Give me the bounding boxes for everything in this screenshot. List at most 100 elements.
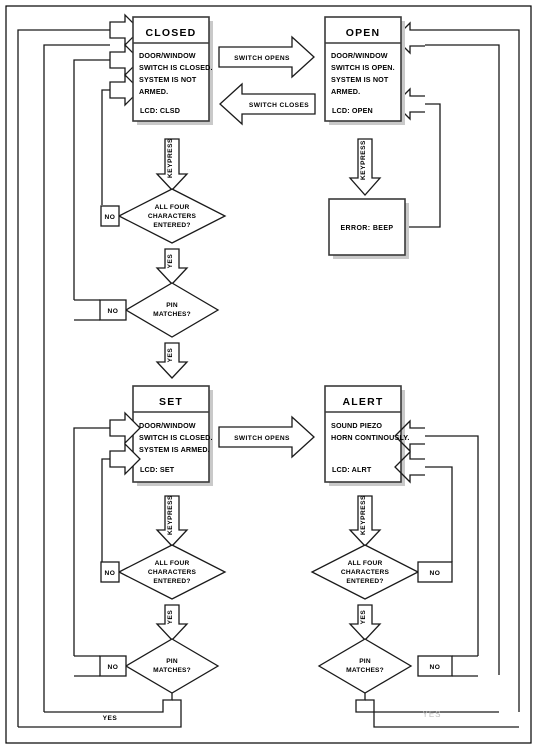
yes-bottom-left-label: YES [103, 715, 118, 722]
transition-switch-closes-top: SWITCH CLOSES [219, 82, 316, 126]
pin-b-shape [124, 638, 220, 694]
yes-2-label: YES [167, 348, 174, 363]
decision-all-four-b[interactable]: ALL FOUR CHARACTERS ENTERED? [117, 544, 227, 600]
yes-4-label: YES [360, 610, 367, 625]
no-2-route [73, 59, 110, 300]
alert-line-2: HORN CONTINOUSLY. [331, 433, 410, 442]
yes-3-label: YES [167, 610, 174, 625]
no-4-label: NO [108, 664, 119, 671]
edge-keypress-4: KEYPRESS [348, 495, 382, 547]
set-line-1: DOOR/WINDOW [139, 421, 196, 430]
state-box-set[interactable]: SET DOOR/WINDOW SWITCH IS CLOSED. SYSTEM… [132, 385, 213, 486]
yes-bottom-right-route-outer [365, 699, 519, 728]
all-four-b-line-2: CHARACTERS [148, 569, 197, 576]
decision-pin-a[interactable]: PIN MATCHES? [124, 282, 220, 338]
no-1-label: NO [105, 214, 116, 221]
decision-all-four-a[interactable]: ALL FOUR CHARACTERS ENTERED? [117, 188, 227, 244]
edge-yes-4: YES [348, 604, 382, 641]
edge-no-1: NO [100, 89, 120, 227]
set-lcd: LCD: SET [140, 465, 175, 474]
route-outer-left [17, 29, 110, 727]
open-line-3: SYSTEM IS NOT [331, 75, 389, 84]
closed-title: CLOSED [146, 27, 197, 39]
no-4-route [73, 427, 110, 656]
edge-no-2: NO [73, 59, 127, 321]
pin-c-shape [317, 638, 413, 694]
set-title: SET [159, 396, 183, 408]
state-box-closed[interactable]: CLOSED DOOR/WINDOW SWITCH IS CLOSED. SYS… [132, 16, 213, 125]
all-four-a-line-1: ALL FOUR [155, 204, 190, 211]
edge-keypress-1: KEYPRESS [155, 138, 189, 191]
all-four-c-line-3: ENTERED? [346, 578, 383, 585]
pin-b-line-2: MATCHES? [153, 667, 191, 674]
switch-closes-top-label: SWITCH CLOSES [249, 102, 309, 109]
no-3-label: NO [105, 570, 116, 577]
keypress-1-label: KEYPRESS [167, 138, 174, 178]
set-line-2: SWITCH IS CLOSED. [139, 433, 213, 442]
all-four-c-line-1: ALL FOUR [348, 560, 383, 567]
route-left-2 [43, 44, 110, 712]
open-line-4: ARMED. [331, 87, 360, 96]
edge-keypress-2: KEYPRESS [348, 138, 382, 196]
state-box-alert[interactable]: ALERT SOUND PIEZO HORN CONTINOUSLY. LCD:… [324, 385, 410, 486]
all-four-a-line-2: CHARACTERS [148, 213, 197, 220]
no-1-route [101, 89, 110, 205]
open-title: OPEN [346, 27, 381, 39]
flowchart-svg: CLOSED DOOR/WINDOW SWITCH IS CLOSED. SYS… [5, 5, 532, 744]
pin-c-line-2: MATCHES? [346, 667, 384, 674]
alert-title: ALERT [343, 396, 384, 408]
all-four-b-line-3: ENTERED? [153, 578, 190, 585]
edge-keypress-3: KEYPRESS [155, 495, 189, 547]
no-6-label: NO [430, 664, 441, 671]
yes-bottom-left-route-outer [18, 699, 182, 728]
closed-lcd: LCD: CLSD [140, 106, 180, 115]
all-four-c-line-2: CHARACTERS [341, 569, 390, 576]
pin-c-line-1: PIN [359, 658, 371, 665]
no-3-route [101, 458, 110, 562]
edge-yes-1: YES [155, 248, 189, 285]
transition-switch-opens-bottom: SWITCH OPENS [218, 415, 315, 459]
flowchart-canvas: CLOSED DOOR/WINDOW SWITCH IS CLOSED. SYS… [0, 0, 537, 749]
switch-opens-bottom-label: SWITCH OPENS [234, 435, 290, 442]
yes-1-label: YES [167, 254, 174, 269]
all-four-a-line-3: ENTERED? [153, 222, 190, 229]
state-box-open[interactable]: OPEN DOOR/WINDOW SWITCH IS OPEN. SYSTEM … [324, 16, 405, 125]
keypress-3-label: KEYPRESS [167, 495, 174, 535]
decision-pin-b[interactable]: PIN MATCHES? [124, 638, 220, 694]
edge-yes-bottom-left: YES [18, 693, 182, 728]
decision-pin-c[interactable]: PIN MATCHES? [317, 638, 413, 694]
decision-all-four-c[interactable]: ALL FOUR CHARACTERS ENTERED? [310, 544, 420, 600]
alert-lcd: LCD: ALRT [332, 465, 372, 474]
closed-line-4: ARMED. [139, 87, 168, 96]
edge-no-6: NO [417, 435, 479, 677]
alert-line-1: SOUND PIEZO [331, 421, 382, 430]
route-error-to-open [409, 103, 441, 228]
keypress-2-label: KEYPRESS [360, 140, 367, 180]
page-border [5, 5, 532, 744]
edge-yes-bottom-right: YES [355, 693, 519, 728]
no-5-route [425, 466, 453, 562]
no-2-label: NO [108, 308, 119, 315]
edge-yes-3: YES [155, 604, 189, 641]
edge-no-3: NO [100, 458, 120, 583]
no-2-stub [74, 299, 100, 321]
return-routes [17, 29, 520, 727]
closed-line-2: SWITCH IS CLOSED. [139, 63, 213, 72]
closed-line-3: SYSTEM IS NOT [139, 75, 197, 84]
all-four-b-line-1: ALL FOUR [155, 560, 190, 567]
yes-bottom-left-route-inner [44, 693, 173, 713]
switch-opens-top-label: SWITCH OPENS [234, 55, 290, 62]
pin-a-line-1: PIN [166, 302, 178, 309]
route-outer-right [425, 29, 520, 712]
keypress-4-label: KEYPRESS [360, 495, 367, 535]
process-error-beep[interactable]: ERROR: BEEP [328, 198, 409, 259]
open-lcd: LCD: OPEN [332, 106, 373, 115]
no-6-stub [452, 655, 478, 677]
open-line-2: SWITCH IS OPEN. [331, 63, 395, 72]
open-line-1: DOOR/WINDOW [331, 51, 388, 60]
yes-bottom-right-label: YES [422, 710, 441, 719]
no-5-label: NO [430, 570, 441, 577]
closed-line-1: DOOR/WINDOW [139, 51, 196, 60]
error-beep-label: ERROR: BEEP [340, 225, 393, 232]
pin-b-line-1: PIN [166, 658, 178, 665]
